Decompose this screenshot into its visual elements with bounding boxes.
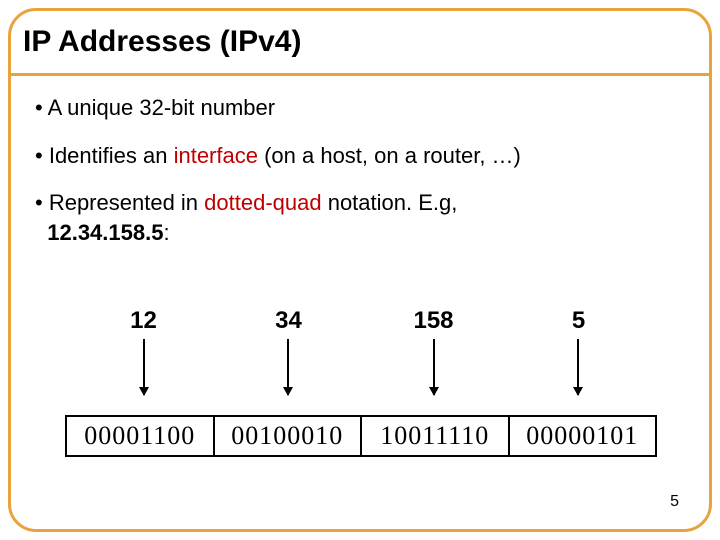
- arrow-down-icon: [287, 339, 289, 395]
- bullet-2-interface: interface: [174, 143, 258, 168]
- binary-octet-1: 00001100: [67, 417, 215, 455]
- slide-frame: IP Addresses (IPv4) • A unique 32-bit nu…: [8, 8, 712, 532]
- bullet-1: • A unique 32-bit number: [35, 93, 685, 123]
- decimal-quad-row: 12 34 158 5: [71, 307, 651, 335]
- bullet-3-b: notation. E.g,: [322, 190, 458, 215]
- page-number: 5: [670, 493, 679, 511]
- arrow-down-icon: [433, 339, 435, 395]
- bullet-3: • Represented in dotted-quad notation. E…: [35, 188, 685, 247]
- quad-1: 12: [71, 307, 216, 335]
- binary-octet-3: 10011110: [362, 417, 510, 455]
- bullet-3-a: Represented in: [49, 190, 204, 215]
- quad-2: 34: [216, 307, 361, 335]
- bullet-3-c: :: [163, 220, 169, 245]
- bullet-2-b: (on a host, on a router, …): [258, 143, 521, 168]
- bullet-3-dottedquad: dotted-quad: [204, 190, 321, 215]
- slide-title: IP Addresses (IPv4): [23, 25, 301, 59]
- bullet-2-a: Identifies an: [49, 143, 174, 168]
- bullet-list: • A unique 32-bit number • Identifies an…: [35, 93, 685, 266]
- arrows-group: [71, 339, 651, 409]
- bullet-2: • Identifies an interface (on a host, on…: [35, 141, 685, 171]
- binary-octet-4: 00000101: [510, 417, 656, 455]
- title-rule: [11, 73, 709, 76]
- arrow-down-icon: [143, 339, 145, 395]
- bullet-1-text: A unique 32-bit number: [48, 95, 276, 120]
- binary-octet-2: 00100010: [215, 417, 363, 455]
- bullet-3-example: 12.34.158.5: [47, 220, 163, 245]
- quad-4: 5: [506, 307, 651, 335]
- arrow-down-icon: [577, 339, 579, 395]
- binary-box: 00001100 00100010 10011110 00000101: [65, 415, 657, 457]
- quad-3: 158: [361, 307, 506, 335]
